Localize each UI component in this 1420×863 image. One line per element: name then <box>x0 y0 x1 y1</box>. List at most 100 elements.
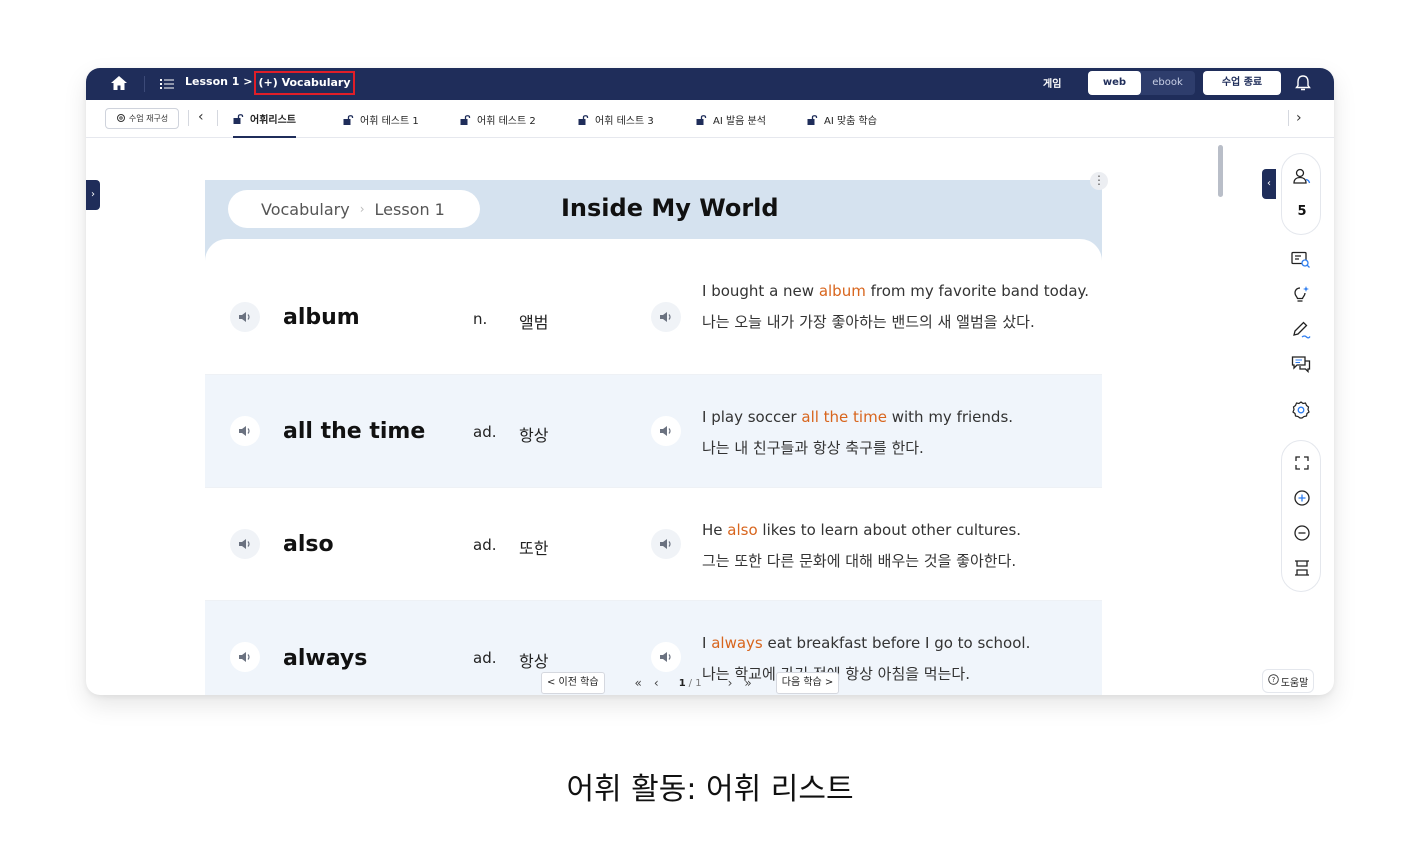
last-page-icon[interactable]: » <box>744 676 751 690</box>
zoom-in-icon[interactable] <box>1292 488 1312 508</box>
vocab-meaning: 앨범 <box>519 313 549 332</box>
vocab-word: all the time <box>283 419 426 444</box>
breadcrumb-current: (+) Vocabulary <box>254 71 355 95</box>
speaker-icon[interactable] <box>651 529 681 559</box>
more-options-icon[interactable]: ⋮ <box>1090 172 1108 190</box>
crumb-vocabulary: Vocabulary <box>261 199 350 219</box>
rebuild-class-button[interactable]: 수업 재구성 <box>105 108 179 129</box>
pagination: < 이전 학습 « ‹ 1 / 1 › » 다음 학습 > <box>541 671 886 695</box>
tab-vocab-test-1[interactable]: 어휘 테스트 1 <box>343 100 419 138</box>
right-panel-toggle[interactable]: ‹ <box>1262 169 1276 199</box>
breadcrumb: Lesson 1 > (+) Vocabulary <box>185 71 355 95</box>
participant-count: 5 <box>1297 204 1307 219</box>
tab-scroll-left-icon[interactable]: ‹ <box>198 109 204 125</box>
figure-caption: 어휘 활동: 어휘 리스트 <box>566 772 854 807</box>
chat-icon[interactable] <box>1291 354 1311 374</box>
sentence-text: with my friends. <box>886 408 1014 426</box>
tab-label: AI 맞춤 학습 <box>824 115 877 127</box>
pen-icon[interactable] <box>1291 320 1311 340</box>
chevron-right-icon: › <box>359 202 365 216</box>
speaker-icon[interactable] <box>651 642 681 672</box>
speaker-icon[interactable] <box>230 642 260 672</box>
vocab-word: always <box>283 646 368 671</box>
tab-label: 어휘 테스트 1 <box>360 115 419 127</box>
tab-vocab-test-2[interactable]: 어휘 테스트 2 <box>460 100 536 138</box>
vocab-meaning: 또한 <box>519 539 549 558</box>
activity-tab-bar: 수업 재구성 ‹ 어휘리스트 어휘 테스트 1 어휘 테스트 2 어휘 테스트 … <box>86 100 1334 138</box>
unlock-icon <box>578 114 589 125</box>
speaker-icon[interactable] <box>230 529 260 559</box>
next-lesson-button[interactable]: 다음 학습 > <box>775 672 840 694</box>
tab-label: 어휘 테스트 2 <box>477 115 536 127</box>
left-panel-toggle[interactable]: › <box>86 180 100 210</box>
vocab-pos: n. <box>473 310 488 328</box>
crumb-lesson: Lesson 1 <box>374 199 445 219</box>
divider <box>217 110 218 126</box>
breadcrumb-lesson[interactable]: Lesson 1 > <box>185 75 252 95</box>
vocab-word: also <box>283 532 334 557</box>
people-icon[interactable] <box>1292 166 1312 186</box>
tab-label: 어휘리스트 <box>250 114 296 126</box>
tab-vocab-test-3[interactable]: 어휘 테스트 3 <box>578 100 654 138</box>
sentence-text: from my favorite band today. <box>865 282 1090 300</box>
tab-label: AI 발음 분석 <box>713 115 766 127</box>
vocab-meaning: 항상 <box>519 652 549 671</box>
scrollbar[interactable] <box>1218 145 1223 197</box>
game-button[interactable]: 게임 <box>1043 75 1061 90</box>
menu-list-icon[interactable] <box>160 76 176 92</box>
vocab-pos: ad. <box>473 423 497 441</box>
sentence-highlight: also <box>727 521 758 539</box>
screen-search-icon[interactable] <box>1291 250 1311 270</box>
tab-scroll-right-icon[interactable]: › <box>1296 110 1302 126</box>
example-en: I always eat breakfast before I go to sc… <box>702 631 1097 656</box>
svg-text:?: ? <box>1271 676 1275 684</box>
help-button[interactable]: ? 도움말 <box>1262 669 1314 693</box>
prev-lesson-button[interactable]: < 이전 학습 <box>541 672 605 694</box>
home-icon[interactable] <box>108 72 130 94</box>
vocab-row: also ad. 또한 He also likes to learn about… <box>205 488 1102 601</box>
divider <box>144 76 145 92</box>
divider <box>1288 110 1289 126</box>
fullscreen-icon[interactable] <box>1292 453 1312 473</box>
example-sentence: He also likes to learn about other cultu… <box>702 518 1097 574</box>
tab-ai-custom-learning[interactable]: AI 맞춤 학습 <box>807 100 877 138</box>
prev-page-icon[interactable]: ‹ <box>654 676 659 690</box>
example-ko: 그는 또한 다른 문화에 대해 배우는 것을 좋아한다. <box>702 552 1017 570</box>
app-window: Lesson 1 > (+) Vocabulary 게임 web ebook 수… <box>86 68 1334 695</box>
tab-ai-pronunciation[interactable]: AI 발음 분석 <box>696 100 766 138</box>
example-sentence: I play soccer all the time with my frien… <box>702 405 1097 461</box>
view-ebook-button[interactable]: ebook <box>1141 71 1194 95</box>
sentence-highlight: all the time <box>801 408 887 426</box>
view-controls <box>1281 440 1321 592</box>
help-label: 도움말 <box>1280 677 1309 689</box>
bell-icon[interactable] <box>1292 72 1314 94</box>
view-web-button[interactable]: web <box>1088 71 1141 95</box>
tab-vocab-list[interactable]: 어휘리스트 <box>233 100 296 138</box>
unlock-icon <box>233 113 244 124</box>
zoom-out-icon[interactable] <box>1292 523 1312 543</box>
sentence-highlight: album <box>818 282 866 300</box>
vocab-row: album n. 앨범 I bought a new album from my… <box>205 262 1102 375</box>
total-pages: / 1 <box>688 677 702 689</box>
vocab-list-panel: Vocabulary › Lesson 1 Inside My World al… <box>205 180 1102 695</box>
unlock-icon <box>807 114 818 125</box>
first-page-icon[interactable]: « <box>635 676 642 690</box>
end-class-button[interactable]: 수업 종료 <box>1203 71 1281 95</box>
current-page: 1 <box>678 677 686 689</box>
speaker-icon[interactable] <box>651 416 681 446</box>
fit-height-icon[interactable] <box>1292 558 1312 578</box>
speaker-icon[interactable] <box>230 416 260 446</box>
lesson-header: Vocabulary › Lesson 1 Inside My World <box>205 180 1102 269</box>
example-ko: 나는 오늘 내가 가장 좋아하는 밴드의 새 앨범을 샀다. <box>702 313 1035 331</box>
next-page-icon[interactable]: › <box>728 676 733 690</box>
example-en: I play soccer all the time with my frien… <box>702 405 1097 430</box>
settings-icon[interactable] <box>1291 400 1311 420</box>
participants-panel: 5 <box>1281 153 1321 235</box>
vocab-meaning: 항상 <box>519 426 549 445</box>
tab-label: 어휘 테스트 3 <box>595 115 654 127</box>
vocab-pos: ad. <box>473 536 497 554</box>
speaker-icon[interactable] <box>230 302 260 332</box>
lightbulb-icon[interactable] <box>1291 285 1311 305</box>
speaker-icon[interactable] <box>651 302 681 332</box>
vocab-word: album <box>283 305 360 330</box>
